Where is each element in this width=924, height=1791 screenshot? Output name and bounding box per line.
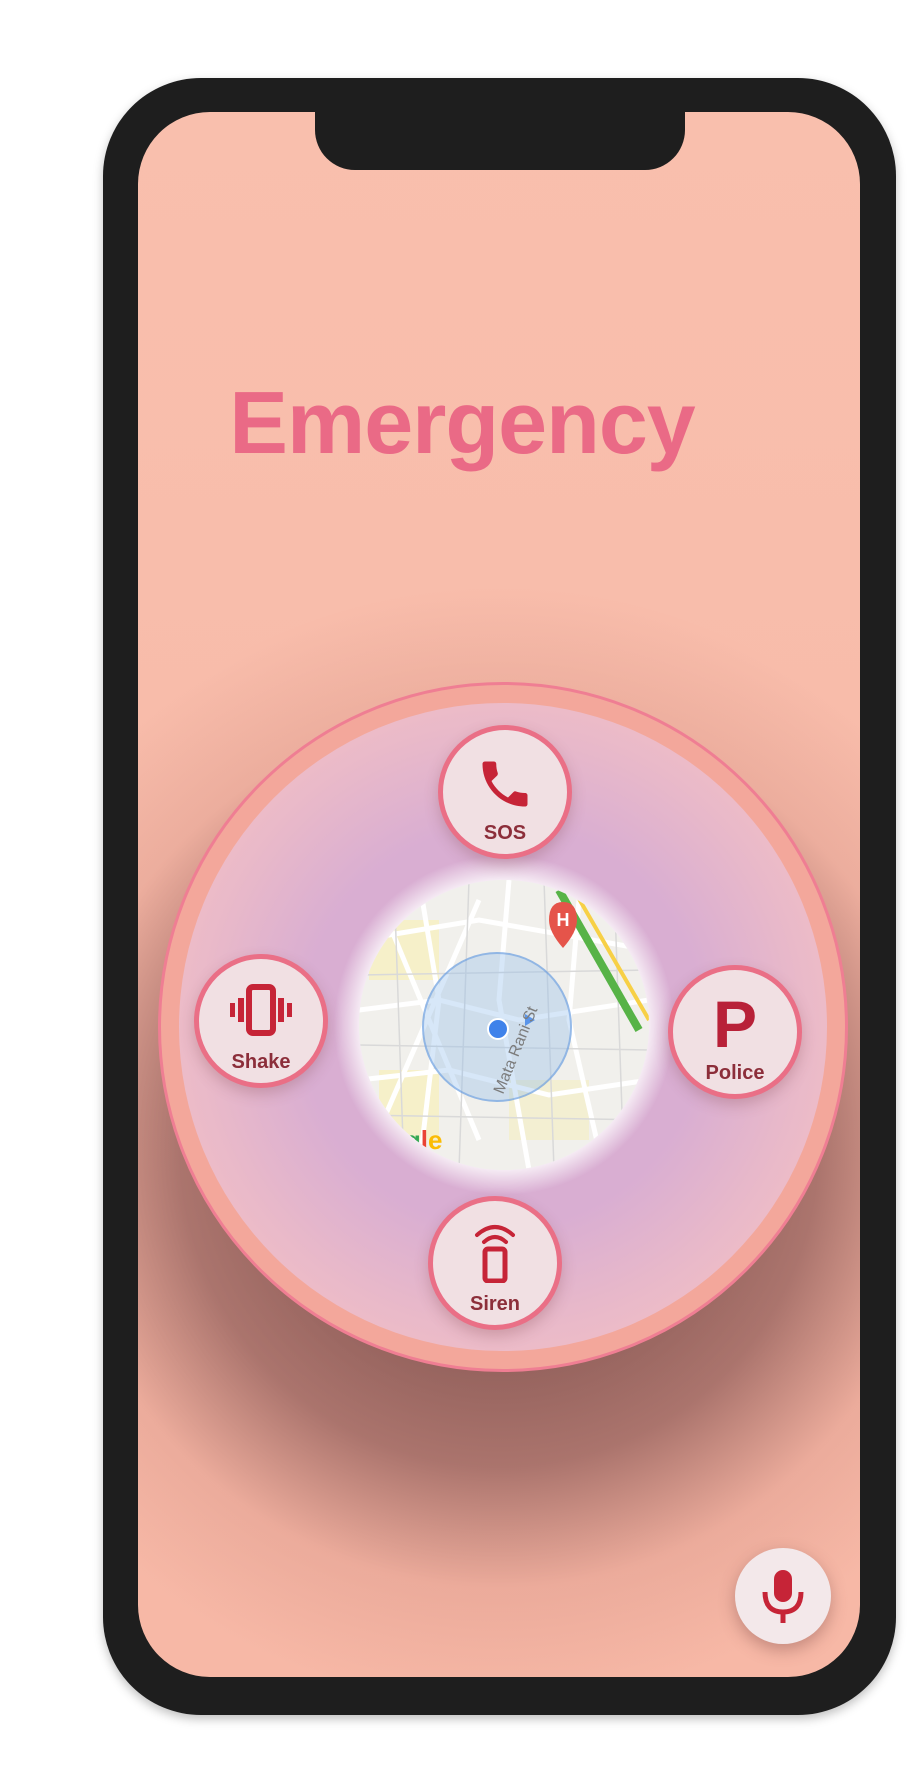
vibrate-icon: [199, 981, 323, 1043]
voice-command-button[interactable]: [735, 1548, 831, 1644]
microphone-icon: [762, 1570, 804, 1623]
phone-notch: [315, 100, 685, 170]
shake-label: Shake: [231, 1051, 291, 1073]
sos-label: SOS: [483, 822, 527, 844]
police-button[interactable]: P Police: [668, 965, 802, 1099]
hospital-marker-letter: H: [557, 910, 570, 930]
sos-button[interactable]: SOS: [438, 725, 572, 859]
shake-button[interactable]: Shake: [194, 954, 328, 1088]
phone-icon: [443, 752, 567, 814]
police-icon: P: [712, 987, 758, 1061]
current-location-dot: [487, 1018, 509, 1040]
page-title: Emergency: [229, 373, 695, 472]
police-label: Police: [705, 1062, 765, 1084]
siren-label: Siren: [469, 1293, 521, 1315]
siren-button[interactable]: Siren: [428, 1196, 562, 1330]
location-map[interactable]: H ogle Mata Rani St: [359, 880, 649, 1170]
map-attribution: ogle: [389, 1125, 443, 1155]
siren-icon: [433, 1223, 557, 1285]
